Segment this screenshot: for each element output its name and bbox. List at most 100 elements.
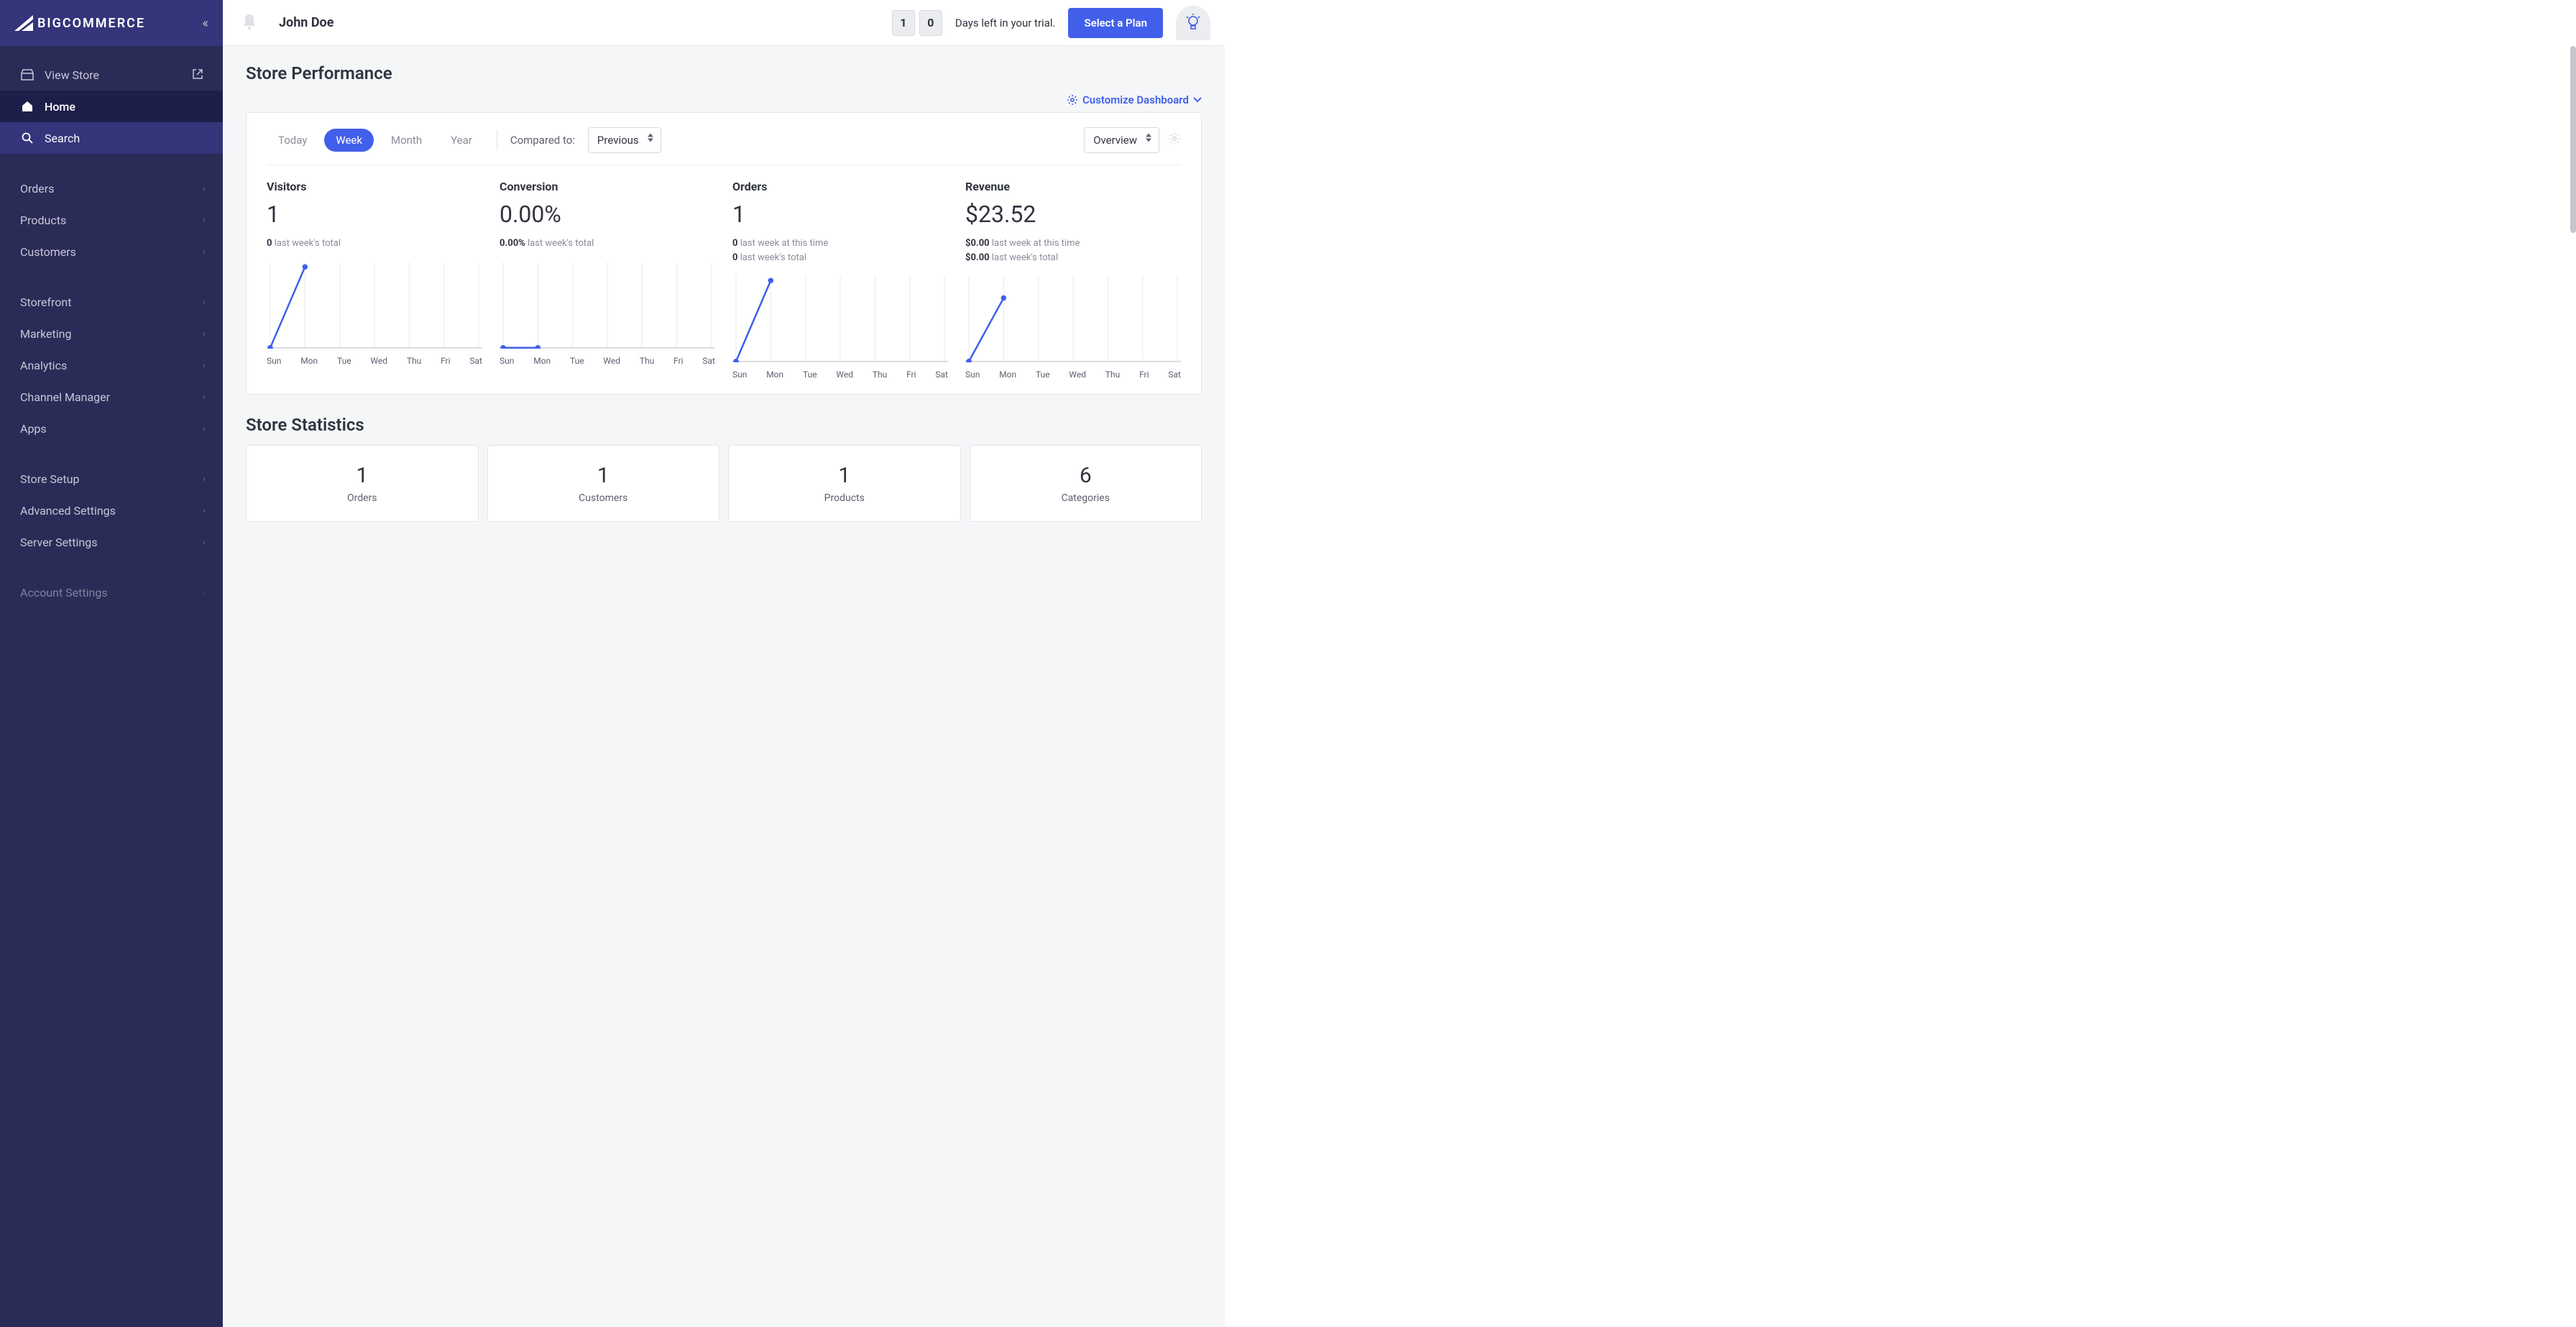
nav-label: Products [20, 213, 203, 227]
metrics-grid: Visitors 1 0 last week's total SunMonTueWed… [267, 180, 1181, 380]
metric-compare-text: 0 last week's total [732, 251, 948, 265]
stat-value: 6 [988, 463, 1184, 488]
nav-label: Home [45, 100, 203, 114]
customize-label: Customize Dashboard [1082, 93, 1189, 106]
metric-value: 1 [732, 201, 948, 228]
nav-label: Orders [20, 182, 203, 196]
metric-title: Orders [732, 180, 948, 193]
username[interactable]: John Doe [279, 15, 334, 30]
collapse-sidebar-button[interactable]: « [203, 16, 208, 31]
store-statistics-title: Store Statistics [246, 415, 1202, 435]
chevron-right-icon: › [203, 360, 206, 370]
stat-label: Products [746, 492, 943, 504]
chevron-right-icon: › [203, 392, 206, 402]
metric-compare-text: 0 last week at this time [732, 237, 948, 251]
chart-axis-labels: SunMonTueWedThuFriSat [267, 356, 482, 366]
metric-compare-text: $0.00 last week's total [965, 251, 1181, 265]
nav-label: View Store [45, 68, 99, 82]
brand-logo: BIGCOMMERCE [14, 15, 145, 31]
content: Store Performance Customize Dashboard To… [223, 46, 1225, 539]
trial-days-counter: 1 0 [892, 10, 942, 36]
chevron-right-icon: › [203, 587, 206, 597]
select-plan-button[interactable]: Select a Plan [1068, 8, 1163, 38]
customize-dashboard-button[interactable]: Customize Dashboard [1067, 93, 1202, 106]
nav-label: Channel Manager [20, 390, 203, 404]
sidebar-header: BIGCOMMERCE « [0, 0, 223, 46]
notifications-icon[interactable] [242, 13, 257, 33]
metric-sparkline: SunMonTueWedThuFriSat [965, 276, 1181, 380]
sidebar-item-analytics[interactable]: Analytics› [0, 349, 223, 381]
metric-compare-text: $0.00 last week at this time [965, 237, 1181, 251]
sidebar-item-customers[interactable]: Customers› [0, 236, 223, 267]
chart-axis-labels: SunMonTueWedThuFriSat [732, 369, 948, 380]
logo-icon [14, 15, 33, 31]
nav-label: Analytics [20, 359, 203, 372]
overview-select[interactable]: Overview [1084, 127, 1159, 153]
stat-card-categories[interactable]: 6 Categories [970, 445, 1202, 522]
panel-settings-icon[interactable] [1168, 132, 1181, 148]
chevron-right-icon: › [203, 297, 206, 307]
stat-card-orders[interactable]: 1 Orders [246, 445, 479, 522]
nav-label: Account Settings [20, 586, 203, 600]
nav-label: Marketing [20, 327, 203, 341]
sidebar-item-marketing[interactable]: Marketing› [0, 318, 223, 349]
stat-label: Orders [264, 492, 461, 504]
search-icon [20, 132, 34, 144]
chevron-right-icon: › [203, 537, 206, 547]
chevron-right-icon: › [203, 183, 206, 193]
chart-axis-labels: SunMonTueWedThuFriSat [965, 369, 1181, 380]
sidebar-item-account-settings[interactable]: Account Settings› [0, 577, 223, 608]
nav-label: Storefront [20, 295, 203, 309]
brand-name: BIGCOMMERCE [37, 16, 145, 31]
scrollbar[interactable] [2570, 46, 2576, 233]
sidebar-item-store-setup[interactable]: Store Setup› [0, 463, 223, 495]
metric-title: Revenue [965, 180, 1181, 193]
sidebar-item-search[interactable]: Search [0, 122, 223, 154]
sidebar-item-home[interactable]: Home [0, 91, 223, 122]
main-area: John Doe 1 0 Days left in your trial. Se… [223, 0, 1225, 1327]
sidebar-item-advanced-settings[interactable]: Advanced Settings› [0, 495, 223, 526]
storefront-icon [20, 69, 34, 81]
sidebar-item-storefront[interactable]: Storefront› [0, 286, 223, 318]
chevron-right-icon: › [203, 505, 206, 515]
stat-card-customers[interactable]: 1Customers [487, 445, 720, 522]
range-tab-today[interactable]: Today [267, 129, 318, 152]
range-tab-month[interactable]: Month [380, 129, 433, 152]
external-link-icon [193, 68, 203, 82]
trial-digit: 0 [919, 10, 942, 36]
metric-compare-text: 0.00% last week's total [500, 237, 715, 251]
sidebar-item-apps[interactable]: Apps› [0, 413, 223, 444]
stat-value: 1 [505, 463, 702, 488]
select-value: Previous [597, 134, 639, 147]
chevron-right-icon: › [203, 474, 206, 484]
nav-label: Store Setup [20, 472, 203, 486]
trial-digit: 1 [892, 10, 915, 36]
gear-icon [1067, 94, 1078, 106]
store-performance-title: Store Performance [246, 63, 1202, 83]
stat-card-products[interactable]: 1Products [728, 445, 961, 522]
sidebar-item-products[interactable]: Products› [0, 204, 223, 236]
filter-row: TodayWeekMonthYear Compared to: Previous… [267, 127, 1181, 165]
sidebar: BIGCOMMERCE « View Store Ho [0, 0, 223, 1327]
sidebar-item-server-settings[interactable]: Server Settings› [0, 526, 223, 558]
performance-panel: TodayWeekMonthYear Compared to: Previous… [246, 112, 1202, 395]
sidebar-nav: View Store Home Search Orders›Products› [0, 46, 223, 608]
metric-title: Visitors [267, 180, 482, 193]
range-tab-year[interactable]: Year [439, 129, 484, 152]
tips-button[interactable] [1176, 6, 1210, 40]
chart-axis-labels: SunMonTueWedThuFriSat [500, 356, 715, 366]
compared-to-select[interactable]: Previous [588, 127, 661, 153]
topbar: John Doe 1 0 Days left in your trial. Se… [223, 0, 1225, 46]
sidebar-item-channel-manager[interactable]: Channel Manager› [0, 381, 223, 413]
nav-label: Customers [20, 245, 203, 259]
range-tab-week[interactable]: Week [324, 129, 374, 152]
metric-revenue: Revenue $23.52 $0.00 last week at this tim… [965, 180, 1181, 380]
sidebar-item-view-store[interactable]: View Store [0, 59, 223, 91]
stat-value: 1 [264, 463, 461, 488]
metric-value: $23.52 [965, 201, 1181, 228]
sidebar-item-orders[interactable]: Orders› [0, 173, 223, 204]
metric-value: 0.00% [500, 201, 715, 228]
stat-label: Categories [988, 492, 1184, 504]
nav-label: Apps [20, 422, 203, 436]
date-range-tabs: Today Week Month Year [267, 129, 484, 152]
